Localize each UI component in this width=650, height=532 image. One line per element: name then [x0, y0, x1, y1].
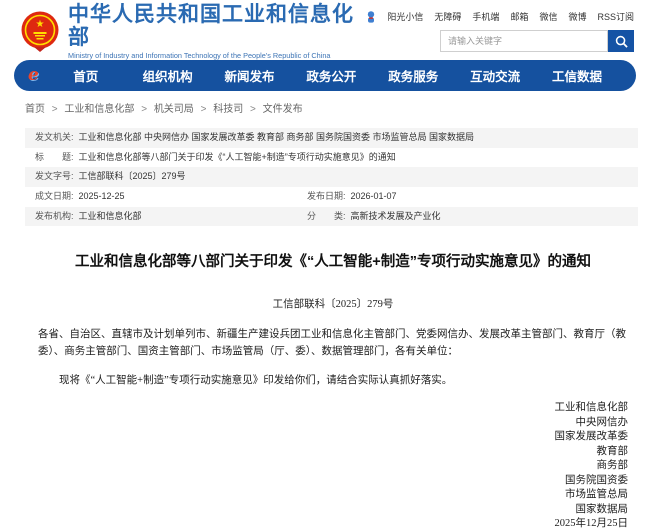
meta-row-title: 标 题: 工业和信息化部等八部门关于印发《“人工智能+制造”专项行动实施意见》的…	[25, 148, 638, 168]
search-button[interactable]	[608, 30, 634, 52]
meta-row-publisher: 发布机构: 工业和信息化部 分 类: 高新技术发展及产业化	[25, 207, 638, 227]
signature-item: 中央网信办	[38, 416, 628, 431]
miit-logo-icon: e	[28, 67, 39, 84]
document-number: 工信部联科〔2025〕279号	[38, 296, 628, 311]
meta-value-publish-date: 2026-01-07	[351, 191, 397, 203]
meta-value-issuing-orgs: 工业和信息化部 中央网信办 国家发展改革委 教育部 商务部 国务院国资委 市场监…	[79, 132, 475, 144]
meta-value-publisher: 工业和信息化部	[79, 211, 142, 223]
site-title: 中华人民共和国工业和信息化部	[68, 3, 366, 49]
main-nav: e 首页 组织机构 新闻发布 政务公开 政务服务 互动交流 工信数据	[14, 60, 636, 91]
meta-label-written-date: 成文日期:	[35, 191, 74, 203]
meta-label-publish-date: 发布日期:	[307, 191, 346, 203]
header-utilities: 阳光小信 无障碍 手机端 邮箱 微信 微博 RSS订阅	[366, 7, 634, 56]
breadcrumb-departments[interactable]: 机关司局	[154, 104, 194, 115]
salutation-paragraph: 各省、自治区、直辖市及计划单列市、新疆生产建设兵团工业和信息化主管部门、党委网信…	[38, 326, 628, 360]
svg-text:★: ★	[36, 19, 45, 30]
breadcrumb: 首页 > 工业和信息化部 > 机关司局 > 科技司 > 文件发布	[0, 91, 650, 115]
signature-date: 2025年12月25日	[38, 517, 628, 532]
quick-link-accessibility[interactable]: 无障碍	[434, 10, 461, 23]
signature-item: 国家数据局	[38, 503, 628, 518]
search-bar	[440, 30, 634, 52]
mascot-icon	[366, 11, 376, 23]
signature-item: 国家发展改革委	[38, 430, 628, 445]
breadcrumb-separator: >	[52, 104, 58, 115]
document-content: 工业和信息化部等八部门关于印发《“人工智能+制造”专项行动实施意见》的通知 工信…	[0, 250, 650, 532]
nav-item-home[interactable]: 首页	[45, 66, 127, 85]
site-brand[interactable]: ★ 中华人民共和国工业和信息化部 Ministry of Industry an…	[20, 7, 366, 56]
nav-item-news[interactable]: 新闻发布	[209, 66, 291, 85]
site-header: ★ 中华人民共和国工业和信息化部 Ministry of Industry an…	[0, 0, 650, 58]
meta-row-issuing-orgs: 发文机关: 工业和信息化部 中央网信办 国家发展改革委 教育部 商务部 国务院国…	[25, 128, 638, 148]
meta-value-title: 工业和信息化部等八部门关于印发《“人工智能+制造”专项行动实施意见》的通知	[79, 152, 396, 164]
quick-links: 阳光小信 无障碍 手机端 邮箱 微信 微博 RSS订阅	[366, 10, 634, 23]
signature-item: 市场监管总局	[38, 488, 628, 503]
signature-item: 商务部	[38, 459, 628, 474]
signature-item: 国务院国资委	[38, 474, 628, 489]
body-paragraph: 现将《“人工智能+制造”专项行动实施意见》印发给你们，请结合实际认真抓好落实。	[38, 372, 628, 389]
meta-label-doc-number: 发文字号:	[35, 171, 74, 183]
breadcrumb-doc-release[interactable]: 文件发布	[263, 104, 303, 115]
nav-item-interaction[interactable]: 互动交流	[454, 66, 536, 85]
nav-item-gov-disclosure[interactable]: 政务公开	[290, 66, 372, 85]
meta-value-doc-number: 工信部联科〔2025〕279号	[79, 171, 186, 183]
search-input[interactable]	[440, 30, 608, 52]
meta-label-title: 标 题:	[35, 152, 74, 164]
signature-item: 工业和信息化部	[38, 401, 628, 416]
nav-item-gov-services[interactable]: 政务服务	[372, 66, 454, 85]
signature-item: 教育部	[38, 445, 628, 460]
breadcrumb-separator: >	[250, 104, 256, 115]
meta-row-dates: 成文日期: 2025-12-25 发布日期: 2026-01-07	[25, 187, 638, 207]
breadcrumb-tech-dept[interactable]: 科技司	[213, 104, 243, 115]
document-meta-table: 发文机关: 工业和信息化部 中央网信办 国家发展改革委 教育部 商务部 国务院国…	[25, 128, 638, 226]
quick-link-weibo[interactable]: 微博	[568, 10, 586, 23]
meta-value-written-date: 2025-12-25	[79, 191, 125, 203]
quick-link-wechat[interactable]: 微信	[539, 10, 557, 23]
meta-label-issuing-orgs: 发文机关:	[35, 132, 74, 144]
quick-link-rss[interactable]: RSS订阅	[597, 10, 634, 23]
national-emblem-icon: ★	[20, 11, 60, 53]
breadcrumb-separator: >	[141, 104, 147, 115]
document-title: 工业和信息化部等八部门关于印发《“人工智能+制造”专项行动实施意见》的通知	[38, 250, 628, 271]
nav-item-organization[interactable]: 组织机构	[127, 66, 209, 85]
quick-link-mobile[interactable]: 手机端	[472, 10, 499, 23]
quick-link-sunshine[interactable]: 阳光小信	[387, 10, 423, 23]
quick-link-email[interactable]: 邮箱	[510, 10, 528, 23]
meta-row-doc-number: 发文字号: 工信部联科〔2025〕279号	[25, 167, 638, 187]
breadcrumb-miit[interactable]: 工业和信息化部	[64, 104, 134, 115]
breadcrumb-separator: >	[201, 104, 207, 115]
meta-label-category: 分 类:	[307, 211, 346, 223]
nav-item-data[interactable]: 工信数据	[536, 66, 618, 85]
meta-value-category: 高新技术发展及产业化	[351, 211, 441, 223]
brand-text: 中华人民共和国工业和信息化部 Ministry of Industry and …	[68, 3, 366, 60]
search-icon	[615, 35, 628, 48]
meta-label-publisher: 发布机构:	[35, 211, 74, 223]
breadcrumb-home[interactable]: 首页	[25, 104, 45, 115]
signature-block: 工业和信息化部 中央网信办 国家发展改革委 教育部 商务部 国务院国资委 市场监…	[38, 401, 628, 532]
site-subtitle: Ministry of Industry and Information Tec…	[68, 51, 366, 60]
